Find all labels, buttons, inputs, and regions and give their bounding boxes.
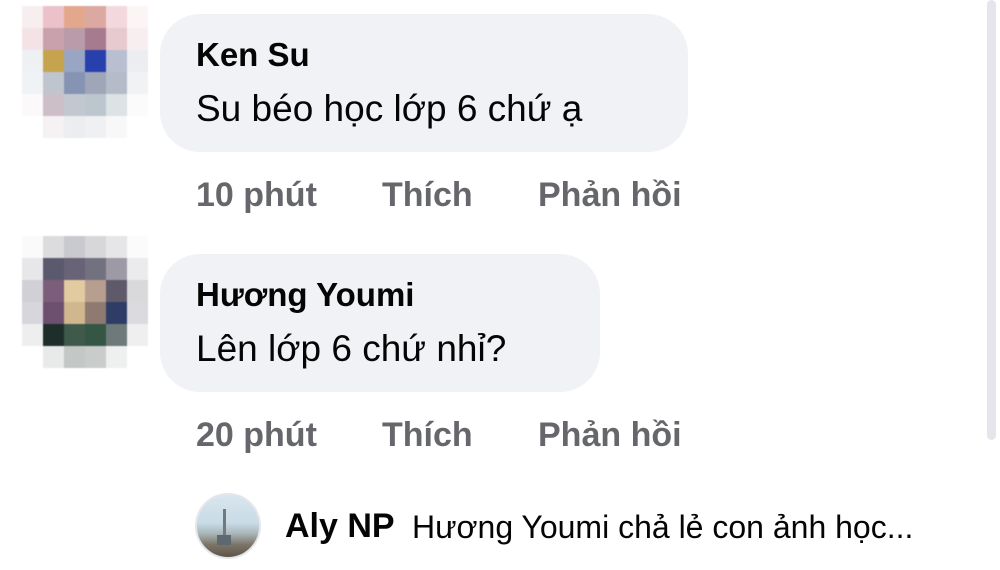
like-button[interactable]: Thích [382, 176, 473, 215]
comment-timestamp[interactable]: 10 phút [196, 176, 317, 215]
reply-button[interactable]: Phản hồi [538, 416, 682, 455]
comment-timestamp[interactable]: 20 phút [196, 416, 317, 455]
comment-text: Su béo học lớp 6 chứ ạ [196, 88, 583, 129]
reply-preview-text[interactable]: Hương Youmi chả lẻ con ảnh học... [412, 509, 913, 546]
comment-author[interactable]: Hương Youmi [196, 276, 414, 314]
comment-bubble[interactable] [160, 14, 688, 152]
scrollbar[interactable] [987, 0, 996, 440]
tower-base-shape [217, 535, 231, 545]
comment-author[interactable]: Ken Su [196, 36, 310, 74]
reply-button[interactable]: Phản hồi [538, 176, 682, 215]
reply-author[interactable]: Aly NP [285, 507, 395, 546]
comment-text: Lên lớp 6 chứ nhỉ? [196, 328, 507, 369]
comment-thread: Ken Su Su béo học lớp 6 chứ ạ 10 phút Th… [0, 0, 1000, 570]
avatar-aly-np[interactable] [195, 493, 261, 559]
avatar-ken-su[interactable] [22, 6, 148, 138]
avatar-huong-youmi[interactable] [22, 236, 148, 368]
like-button[interactable]: Thích [382, 416, 473, 455]
comment-bubble[interactable] [160, 254, 600, 392]
